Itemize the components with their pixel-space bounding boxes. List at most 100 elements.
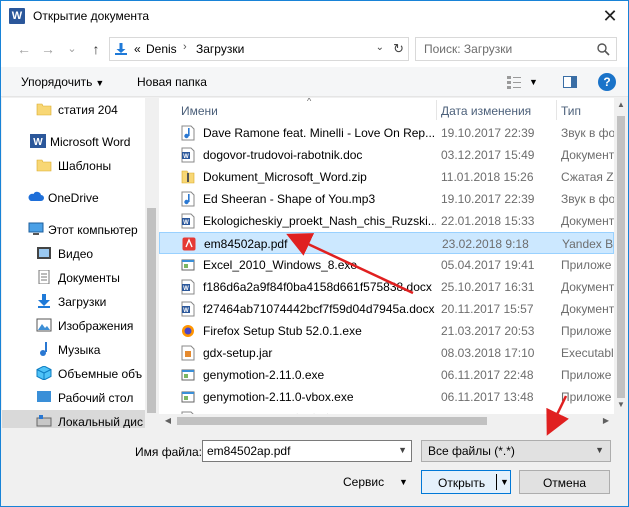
- word-doc-icon: W: [181, 213, 195, 229]
- file-type-cell: Приложе: [561, 390, 612, 404]
- nav-item-pictures[interactable]: Изображения: [2, 314, 145, 338]
- cancel-button[interactable]: Отмена: [519, 470, 610, 494]
- file-row-selected[interactable]: em84502ap.pdf 23.02.2018 9:18 Yandex Br: [159, 232, 614, 254]
- music-icon: [40, 342, 47, 356]
- open-button[interactable]: Открыть ▼: [421, 470, 511, 494]
- up-button[interactable]: ↑: [87, 40, 105, 58]
- file-list-horizontal-scroll-thumb[interactable]: [177, 417, 487, 425]
- navigation-pane: статия 204 W Microsoft Word Шаблоны OneD…: [2, 98, 158, 428]
- open-button-label: Открыть: [438, 476, 486, 490]
- svg-text:W: W: [183, 286, 189, 292]
- file-row[interactable]: genymotion-2.11.0-vbox.exe 06.11.2017 13:…: [159, 386, 614, 408]
- scroll-left-arrow-icon[interactable]: ◀: [161, 414, 175, 428]
- file-list-vertical-scrollbar[interactable]: ▲ ▼: [614, 98, 628, 414]
- jar-file-icon: [181, 345, 195, 361]
- word-icon: W: [30, 134, 46, 148]
- word-doc-icon: W: [181, 301, 195, 317]
- file-row[interactable]: Dokument_Microsoft_Word.zip 11.01.2018 15…: [159, 166, 614, 188]
- navigation-pane-scrollbar[interactable]: [145, 98, 158, 428]
- column-header-date[interactable]: Дата изменения: [441, 98, 556, 122]
- column-header-type[interactable]: Тип: [561, 98, 614, 122]
- back-button[interactable]: ←: [15, 40, 33, 58]
- file-name-cell: genymotion-2.11.0-vbox.exe: [203, 390, 354, 404]
- file-row[interactable]: Ed Sheeran - Shape of You.mp3 19.10.2017 …: [159, 188, 614, 210]
- file-row[interactable]: Firefox Setup Stub 52.0.1.exe 21.03.2017 …: [159, 320, 614, 342]
- file-type-cell: Документ: [561, 280, 614, 294]
- nav-item-downloads[interactable]: Загрузки: [2, 290, 145, 314]
- address-dropdown-icon[interactable]: ⌄: [376, 42, 384, 53]
- breadcrumb-separator: ›: [183, 41, 187, 53]
- view-dropdown-icon[interactable]: ▼: [529, 77, 538, 87]
- file-date-cell: 19.10.2017 22:39: [441, 192, 535, 206]
- file-name-cell: em84502ap.pdf: [204, 237, 288, 251]
- column-divider[interactable]: [436, 100, 437, 120]
- file-type-select[interactable]: Все файлы (*.*) ▼: [421, 440, 611, 462]
- close-button[interactable]: ✕: [592, 1, 628, 31]
- file-type-cell: Приложе: [561, 258, 612, 272]
- nav-item-microsoft-word[interactable]: W Microsoft Word: [2, 130, 145, 154]
- file-type-dropdown-icon: ▼: [595, 445, 604, 455]
- file-date-cell: 06.11.2017 22:48: [441, 368, 534, 382]
- breadcrumb-denis[interactable]: Denis: [146, 42, 177, 56]
- file-date-cell: 11.01.2018 15:26: [441, 170, 534, 184]
- word-doc-icon: W: [181, 279, 195, 295]
- preview-pane-icon[interactable]: [562, 74, 578, 90]
- organize-button[interactable]: Упорядочить ▼: [21, 75, 104, 89]
- open-options-dropdown-icon[interactable]: ▼: [500, 477, 509, 487]
- 3d-objects-icon: [36, 366, 52, 380]
- column-header-name[interactable]: ^ Имени: [181, 98, 436, 122]
- file-date-cell: 08.03.2018 17:10: [441, 346, 535, 360]
- nav-item-3d-objects[interactable]: Объемные объ: [2, 362, 145, 386]
- forward-button[interactable]: →: [39, 40, 57, 58]
- open-button-divider: [496, 474, 497, 490]
- tools-dropdown-icon[interactable]: ▼: [399, 477, 408, 487]
- file-name-input[interactable]: em84502ap.pdf ▼: [202, 440, 412, 462]
- nav-item-statiya-204[interactable]: статия 204: [2, 98, 145, 122]
- file-name-cell: gdx-setup.jar: [203, 346, 273, 360]
- nav-item-onedrive[interactable]: OneDrive: [2, 186, 145, 210]
- svg-text:W: W: [183, 220, 189, 226]
- nav-item-local-disk[interactable]: Локальный дис: [2, 410, 145, 428]
- scroll-down-arrow-icon[interactable]: ▼: [614, 400, 628, 414]
- file-row[interactable]: W Ekologicheskiy_proekt_Nash_chis_Ruzski.…: [159, 210, 614, 232]
- file-row[interactable]: Excel_2010_Windows_8.exe 05.04.2017 19:41…: [159, 254, 614, 276]
- nav-item-music[interactable]: Музыка: [2, 338, 145, 362]
- file-row[interactable]: genymotion-2.11.0.exe 06.11.2017 22:48 При…: [159, 364, 614, 386]
- search-box[interactable]: Поиск: Загрузки: [415, 37, 617, 61]
- search-icon: [597, 43, 610, 56]
- file-date-cell: 19.10.2017 22:39: [441, 126, 535, 140]
- file-row[interactable]: Wf186d6a2a9f84f0ba4158d661f575838.docx 25…: [159, 276, 614, 298]
- view-options-icon[interactable]: [506, 74, 522, 90]
- nav-item-templates[interactable]: Шаблоны: [2, 154, 145, 178]
- navigation-pane-scroll-thumb[interactable]: [147, 208, 156, 413]
- nav-item-documents[interactable]: Документы: [2, 266, 145, 290]
- file-type-cell: Приложе: [561, 368, 612, 382]
- file-row[interactable]: gdx-setup.jar 08.03.2018 17:10 Executabl: [159, 342, 614, 364]
- address-bar[interactable]: « Denis › Загрузки ⌄ ↻: [109, 37, 409, 61]
- new-folder-button[interactable]: Новая папка: [137, 75, 207, 89]
- documents-icon: [38, 270, 50, 284]
- file-list-horizontal-scrollbar[interactable]: ◀ ▶: [159, 414, 614, 428]
- help-icon[interactable]: ?: [598, 73, 616, 91]
- file-row[interactable]: Wf27464ab71074442bcf7f59d04d7945a.docx 20…: [159, 298, 614, 320]
- file-name-cell: Dave Ramone feat. Minelli - Love On Rep.…: [203, 126, 436, 140]
- file-name-dropdown-icon[interactable]: ▼: [398, 445, 407, 455]
- column-divider[interactable]: [556, 100, 557, 120]
- file-type-cell: Документ: [561, 148, 614, 162]
- refresh-icon[interactable]: ↻: [393, 41, 404, 57]
- exe-file-icon: [181, 391, 195, 403]
- file-row[interactable]: Dave Ramone feat. Minelli - Love On Rep.…: [159, 122, 614, 144]
- scroll-up-arrow-icon[interactable]: ▲: [614, 100, 628, 114]
- nav-item-video[interactable]: Видео: [2, 242, 145, 266]
- pdf-file-icon: [182, 237, 196, 251]
- file-list-vertical-scroll-thumb[interactable]: [617, 116, 625, 398]
- breadcrumb-downloads[interactable]: Загрузки: [196, 42, 244, 56]
- file-row[interactable]: Wdogovor-trudovoi-rabotnik.doc 03.12.2017…: [159, 144, 614, 166]
- nav-item-desktop[interactable]: Рабочий стол: [2, 386, 145, 410]
- scroll-right-arrow-icon[interactable]: ▶: [599, 414, 613, 428]
- file-type-cell: Звук в фо: [561, 192, 614, 206]
- recent-locations-button[interactable]: ⌄: [63, 40, 81, 58]
- folder-icon: [36, 159, 52, 172]
- nav-item-this-pc[interactable]: Этот компьютер: [2, 218, 145, 242]
- tools-button[interactable]: Сервис: [343, 475, 384, 489]
